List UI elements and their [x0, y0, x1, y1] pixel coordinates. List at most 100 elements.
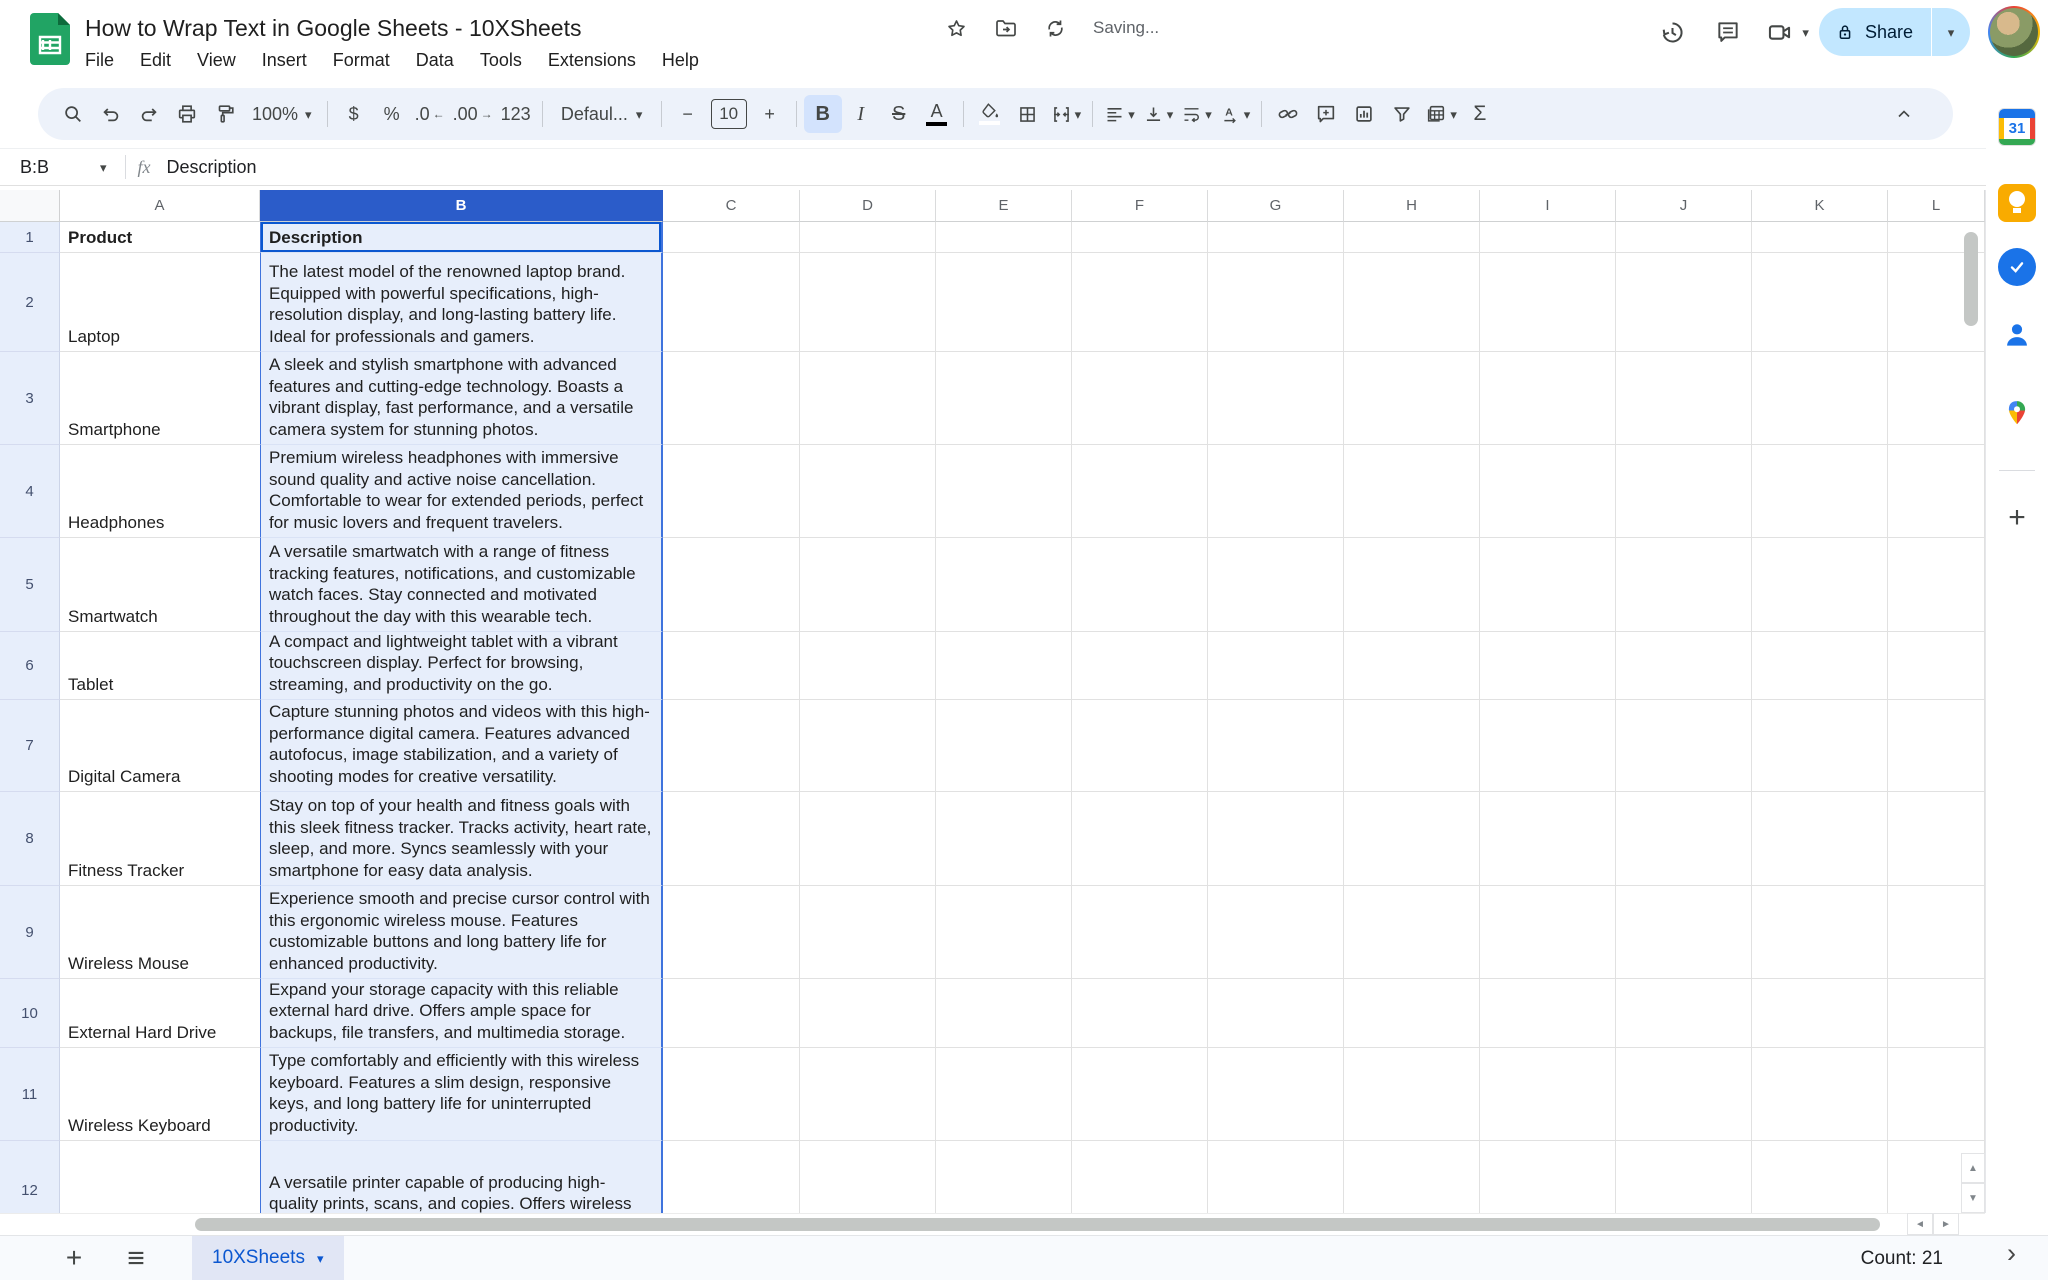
- text-color-button[interactable]: A: [918, 95, 956, 133]
- cell-I8[interactable]: [1480, 792, 1616, 886]
- move-to-folder-icon[interactable]: [994, 16, 1018, 40]
- cell-F12[interactable]: [1072, 1141, 1208, 1213]
- cell-I9[interactable]: [1480, 886, 1616, 979]
- cell-K6[interactable]: [1752, 632, 1888, 700]
- document-title[interactable]: How to Wrap Text in Google Sheets - 10XS…: [85, 11, 581, 45]
- cell-A12[interactable]: Printer: [60, 1141, 260, 1213]
- cell-I1[interactable]: [1480, 222, 1616, 253]
- cell-E4[interactable]: [936, 445, 1072, 538]
- bold-button[interactable]: B: [803, 95, 842, 133]
- cell-L11[interactable]: [1888, 1048, 1985, 1141]
- cell-K3[interactable]: [1752, 352, 1888, 445]
- cell-F7[interactable]: [1072, 700, 1208, 792]
- cell-E2[interactable]: [936, 253, 1072, 352]
- row-header-2[interactable]: 2: [0, 253, 60, 352]
- cell-D7[interactable]: [800, 700, 936, 792]
- cell-E5[interactable]: [936, 538, 1072, 632]
- table-views-button[interactable]: ▾: [1421, 95, 1461, 133]
- zoom-control[interactable]: 100% ▾: [244, 95, 320, 133]
- strikethrough-button[interactable]: S: [880, 95, 918, 133]
- cell-I5[interactable]: [1480, 538, 1616, 632]
- format-percent-button[interactable]: %: [373, 95, 411, 133]
- col-header-G[interactable]: G: [1208, 190, 1344, 222]
- cell-K11[interactable]: [1752, 1048, 1888, 1141]
- cell-E9[interactable]: [936, 886, 1072, 979]
- cell-B2[interactable]: The latest model of the renowned laptop …: [260, 253, 663, 352]
- search-menus-button[interactable]: [54, 95, 92, 133]
- cell-K12[interactable]: [1752, 1141, 1888, 1213]
- hide-menus-button[interactable]: [1885, 95, 1923, 133]
- insert-comment-button[interactable]: [1307, 95, 1345, 133]
- cell-I11[interactable]: [1480, 1048, 1616, 1141]
- menu-extensions[interactable]: Extensions: [535, 46, 649, 75]
- cell-H10[interactable]: [1344, 979, 1480, 1048]
- cell-H2[interactable]: [1344, 253, 1480, 352]
- cell-F11[interactable]: [1072, 1048, 1208, 1141]
- share-button[interactable]: Share ▾: [1818, 8, 1970, 56]
- cell-A1[interactable]: Product: [60, 222, 260, 253]
- row-header-7[interactable]: 7: [0, 700, 60, 792]
- col-header-H[interactable]: H: [1344, 190, 1480, 222]
- functions-button[interactable]: Σ: [1461, 95, 1499, 133]
- cell-H11[interactable]: [1344, 1048, 1480, 1141]
- cell-E12[interactable]: [936, 1141, 1072, 1213]
- cell-E6[interactable]: [936, 632, 1072, 700]
- cell-J3[interactable]: [1616, 352, 1752, 445]
- cell-A2[interactable]: Laptop: [60, 253, 260, 352]
- sheet-tab-10xsheets[interactable]: 10XSheets ▾: [192, 1235, 344, 1280]
- number-format-button[interactable]: 123: [497, 95, 535, 133]
- cell-J7[interactable]: [1616, 700, 1752, 792]
- cell-L5[interactable]: [1888, 538, 1985, 632]
- cell-G8[interactable]: [1208, 792, 1344, 886]
- cell-L10[interactable]: [1888, 979, 1985, 1048]
- cell-H7[interactable]: [1344, 700, 1480, 792]
- text-rotation-button[interactable]: A ▾: [1216, 95, 1255, 133]
- cell-C3[interactable]: [663, 352, 800, 445]
- cell-K2[interactable]: [1752, 253, 1888, 352]
- row-header-8[interactable]: 8: [0, 792, 60, 886]
- cell-F9[interactable]: [1072, 886, 1208, 979]
- cell-I3[interactable]: [1480, 352, 1616, 445]
- col-header-D[interactable]: D: [800, 190, 936, 222]
- maps-icon[interactable]: [1997, 393, 2037, 433]
- redo-button[interactable]: [130, 95, 168, 133]
- row-header-11[interactable]: 11: [0, 1048, 60, 1141]
- undo-button[interactable]: [92, 95, 130, 133]
- row-header-4[interactable]: 4: [0, 445, 60, 538]
- cell-H4[interactable]: [1344, 445, 1480, 538]
- get-addons-button[interactable]: +: [1997, 498, 2037, 538]
- cell-H9[interactable]: [1344, 886, 1480, 979]
- cell-B3[interactable]: A sleek and stylish smartphone with adva…: [260, 352, 663, 445]
- horizontal-align-button[interactable]: ▾: [1100, 95, 1139, 133]
- menu-view[interactable]: View: [184, 46, 249, 75]
- select-all-corner[interactable]: [0, 190, 60, 222]
- cell-D9[interactable]: [800, 886, 936, 979]
- account-avatar[interactable]: [1988, 6, 2040, 58]
- italic-button[interactable]: I: [842, 95, 880, 133]
- cell-E8[interactable]: [936, 792, 1072, 886]
- meet-dropdown-caret[interactable]: ▾: [1802, 26, 1809, 39]
- format-currency-button[interactable]: $: [335, 95, 373, 133]
- cell-G10[interactable]: [1208, 979, 1344, 1048]
- cell-C2[interactable]: [663, 253, 800, 352]
- cell-L3[interactable]: [1888, 352, 1985, 445]
- expand-side-panel-chevron[interactable]: ›: [2007, 1238, 2016, 1269]
- cell-C9[interactable]: [663, 886, 800, 979]
- row-header-10[interactable]: 10: [0, 979, 60, 1048]
- cell-D1[interactable]: [800, 222, 936, 253]
- calendar-icon[interactable]: 31: [1997, 107, 2037, 147]
- cell-F8[interactable]: [1072, 792, 1208, 886]
- menu-insert[interactable]: Insert: [249, 46, 320, 75]
- cell-G11[interactable]: [1208, 1048, 1344, 1141]
- print-button[interactable]: [168, 95, 206, 133]
- cell-F2[interactable]: [1072, 253, 1208, 352]
- cell-J12[interactable]: [1616, 1141, 1752, 1213]
- cell-G9[interactable]: [1208, 886, 1344, 979]
- cell-K1[interactable]: [1752, 222, 1888, 253]
- sheets-logo-icon[interactable]: [30, 13, 70, 65]
- cell-B7[interactable]: Capture stunning photos and videos with …: [260, 700, 663, 792]
- cell-F5[interactable]: [1072, 538, 1208, 632]
- cell-H8[interactable]: [1344, 792, 1480, 886]
- cell-H3[interactable]: [1344, 352, 1480, 445]
- cell-E11[interactable]: [936, 1048, 1072, 1141]
